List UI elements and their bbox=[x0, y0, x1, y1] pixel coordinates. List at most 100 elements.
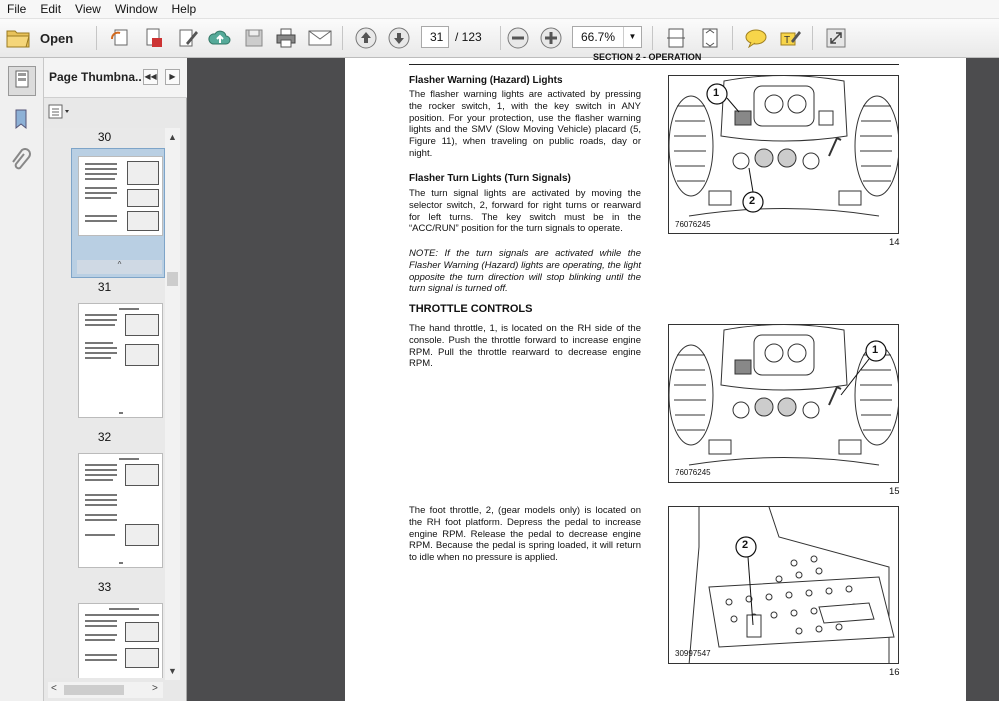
open-label: Open bbox=[40, 30, 74, 46]
fit-page-icon bbox=[702, 28, 718, 48]
panel-header: Page Thumbna... ◀◀ ▶ bbox=[44, 58, 187, 98]
expand-icon bbox=[826, 28, 846, 48]
minus-circle-icon bbox=[507, 27, 529, 49]
fit-page-button[interactable] bbox=[696, 24, 724, 52]
zoom-out-button[interactable] bbox=[504, 24, 532, 52]
upload-button[interactable] bbox=[206, 24, 234, 52]
email-button[interactable] bbox=[306, 24, 334, 52]
zoom-select[interactable]: 66.7% ▼ bbox=[572, 26, 642, 48]
plus-circle-icon bbox=[540, 27, 562, 49]
scroll-thumb[interactable] bbox=[64, 685, 124, 695]
chevron-down-icon[interactable]: ▼ bbox=[623, 27, 641, 47]
figure-number: 16 bbox=[889, 667, 900, 678]
thumbnail-label: 31 bbox=[97, 280, 112, 294]
scroll-up-icon[interactable]: ▲ bbox=[168, 132, 177, 142]
figure-14: 1 2 76076245 bbox=[668, 75, 899, 234]
zoom-in-button[interactable] bbox=[537, 24, 565, 52]
thumbnails-vertical-scrollbar[interactable]: ▲ ▼ bbox=[165, 128, 180, 680]
thumbnails-list: 30 ^ 31 32 33 bbox=[44, 128, 165, 678]
callout-1: 1 bbox=[713, 87, 720, 99]
thumbnails-horizontal-scrollbar[interactable]: < > bbox=[48, 682, 163, 698]
tractor-console-illustration bbox=[669, 76, 898, 217]
previous-page-button[interactable] bbox=[352, 24, 380, 52]
panel-options bbox=[44, 99, 187, 125]
options-menu-icon bbox=[48, 104, 69, 119]
figure-16: 2 30997547 bbox=[668, 506, 899, 664]
thumbnail-label: 32 bbox=[97, 430, 112, 444]
menu-bar: File Edit View Window Help bbox=[0, 0, 999, 19]
page-number-input[interactable]: 31 bbox=[421, 26, 449, 48]
page-thumbnail[interactable] bbox=[78, 453, 163, 568]
create-pdf-button[interactable] bbox=[106, 24, 134, 52]
expand-button[interactable] bbox=[822, 24, 850, 52]
next-page-button[interactable] bbox=[385, 24, 413, 52]
note-paragraph: NOTE: If the turn signals are activated … bbox=[409, 248, 641, 295]
attachments-tab[interactable] bbox=[8, 148, 36, 176]
thumbnail-scroll-marker: ^ bbox=[77, 260, 162, 274]
fit-width-icon bbox=[667, 28, 685, 48]
toolbar-separator bbox=[652, 26, 653, 50]
foot-throttle-illustration bbox=[688, 507, 895, 663]
scroll-thumb[interactable] bbox=[167, 272, 178, 286]
thumbnails-tab[interactable] bbox=[8, 66, 36, 96]
page-header: SECTION 2 - OPERATION bbox=[593, 52, 702, 62]
print-button[interactable] bbox=[272, 24, 300, 52]
paragraph-flasher-warning: The flasher warning lights are activated… bbox=[409, 89, 641, 159]
menu-file[interactable]: File bbox=[0, 0, 33, 19]
comment-icon bbox=[745, 29, 767, 48]
paperclip-icon bbox=[12, 148, 31, 170]
save-icon bbox=[245, 29, 263, 47]
header-rule bbox=[409, 64, 899, 65]
menu-view[interactable]: View bbox=[68, 0, 108, 19]
thumbnail-label: 30 bbox=[97, 130, 112, 144]
scroll-right-icon[interactable]: > bbox=[152, 683, 158, 694]
paragraph-foot-throttle: The foot throttle, 2, (gear models only)… bbox=[409, 505, 641, 564]
expand-panel-button[interactable]: ▶ bbox=[165, 69, 180, 85]
bookmarks-tab[interactable] bbox=[8, 106, 36, 134]
paragraph-hand-throttle: The hand throttle, 1, is located on the … bbox=[409, 323, 641, 370]
cloud-upload-icon bbox=[208, 30, 231, 45]
options-button[interactable] bbox=[48, 104, 74, 120]
menu-window[interactable]: Window bbox=[108, 0, 165, 19]
edit-pdf-button[interactable] bbox=[174, 24, 202, 52]
heading-turn-lights: Flasher Turn Lights (Turn Signals) bbox=[409, 173, 571, 184]
save-button[interactable] bbox=[240, 24, 268, 52]
figure-code: 30997547 bbox=[675, 649, 711, 658]
page-thumbnails-icon bbox=[15, 70, 29, 88]
figure-code: 76076245 bbox=[675, 468, 711, 477]
toolbar-separator bbox=[342, 26, 343, 50]
toolbar: Open T bbox=[0, 19, 999, 58]
collapse-panel-button[interactable]: ◀◀ bbox=[143, 69, 158, 85]
comment-button[interactable] bbox=[742, 24, 770, 52]
pdf-page: SECTION 2 - OPERATION Flasher Warning (H… bbox=[345, 52, 966, 701]
bookmark-icon bbox=[15, 109, 27, 130]
toolbar-separator bbox=[500, 26, 501, 50]
open-button[interactable]: Open bbox=[6, 24, 82, 52]
arrow-up-icon bbox=[355, 27, 377, 49]
page-thumbnail[interactable] bbox=[78, 303, 163, 418]
menu-edit[interactable]: Edit bbox=[33, 0, 68, 19]
hand-throttle-illustration bbox=[669, 325, 898, 466]
arrow-down-icon bbox=[388, 27, 410, 49]
thumbnail-label: 33 bbox=[97, 580, 112, 594]
scroll-mode-button[interactable] bbox=[662, 24, 690, 52]
svg-text:T: T bbox=[784, 35, 790, 46]
export-pdf-button[interactable] bbox=[140, 24, 168, 52]
page-total: / 123 bbox=[455, 30, 482, 44]
toolbar-separator bbox=[732, 26, 733, 50]
callout-2: 2 bbox=[749, 195, 756, 207]
figure-15: 1 76076245 bbox=[668, 324, 899, 483]
scroll-left-icon[interactable]: < bbox=[51, 683, 57, 694]
highlighter-icon: T bbox=[780, 31, 801, 46]
scroll-down-icon[interactable]: ▼ bbox=[168, 666, 177, 676]
page-thumbnail[interactable] bbox=[78, 156, 163, 236]
toolbar-separator bbox=[96, 26, 97, 50]
panel-title: Page Thumbna... bbox=[49, 70, 141, 84]
figure-number: 15 bbox=[889, 486, 900, 497]
page-thumbnail[interactable] bbox=[78, 603, 163, 678]
menu-help[interactable]: Help bbox=[165, 0, 204, 19]
callout-1: 1 bbox=[872, 344, 879, 356]
heading-throttle-controls: THROTTLE CONTROLS bbox=[409, 303, 533, 315]
pdf-export-icon bbox=[146, 28, 162, 47]
highlight-button[interactable]: T bbox=[776, 24, 804, 52]
